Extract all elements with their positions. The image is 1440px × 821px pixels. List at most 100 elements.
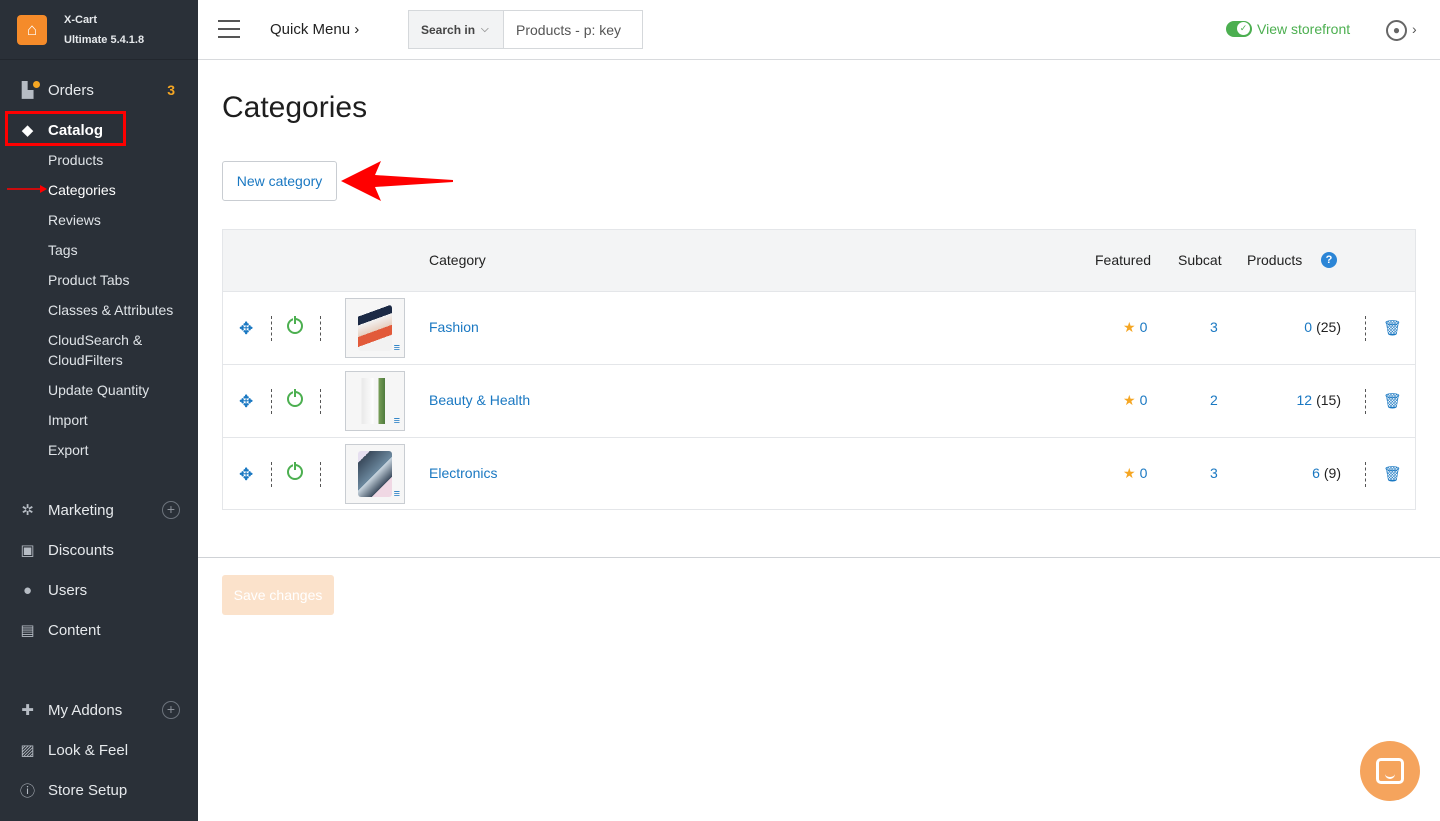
xcart-logo[interactable]: ⌂: [17, 14, 47, 45]
sidebar-sub-tags[interactable]: Tags: [48, 240, 78, 260]
view-storefront-link[interactable]: View storefront: [1257, 21, 1350, 37]
trash-icon[interactable]: 🗑: [1383, 465, 1402, 483]
trash-icon[interactable]: 🗑: [1383, 319, 1402, 337]
column-header-products: Products: [1247, 252, 1303, 268]
users-icon: ●: [22, 581, 33, 599]
table-header: Category Featured Subcat Products ?: [223, 230, 1415, 292]
sidebar-sub-cloudsearch[interactable]: CloudSearch &: [48, 330, 142, 350]
sidebar-sub-cloudfilters[interactable]: CloudFilters: [48, 350, 123, 370]
sidebar-item-content[interactable]: ▤ Content: [0, 610, 198, 650]
sidebar-item-marketing[interactable]: ✲ Marketing +: [0, 490, 198, 530]
sidebar: ⌂ X-Cart Ultimate 5.4.1.8 ▙ Orders 3 ◆ C…: [0, 0, 198, 821]
featured-count[interactable]: ★ 0: [1123, 319, 1147, 336]
table-row: ✥ ≡ Beauty & Health ★ 0 2 12 (15) 🗑: [223, 365, 1415, 438]
brand-edition: Ultimate 5.4.1.8: [64, 33, 145, 46]
sidebar-item-orders[interactable]: ▙ Orders 3: [0, 70, 198, 110]
category-thumbnail[interactable]: ≡: [345, 371, 405, 431]
help-icon[interactable]: ?: [1321, 252, 1337, 268]
featured-count[interactable]: ★ 0: [1123, 392, 1147, 409]
trash-icon[interactable]: 🗑: [1383, 392, 1402, 410]
chevron-right-icon: ›: [354, 21, 360, 38]
menu-icon: ≡: [393, 342, 400, 354]
sidebar-item-label: Look & Feel: [48, 741, 129, 759]
sidebar-sub-import[interactable]: Import: [48, 410, 88, 430]
brand: ⌂ X-Cart Ultimate 5.4.1.8: [0, 0, 198, 60]
sidebar-sub-export[interactable]: Export: [48, 440, 88, 460]
chat-icon: [1376, 758, 1404, 784]
fashion-image: [358, 305, 392, 351]
column-header-featured: Featured: [1095, 252, 1152, 268]
sidebar-item-label: Store Setup: [48, 781, 128, 799]
sidebar-item-users[interactable]: ● Users: [0, 570, 198, 610]
categories-table: Category Featured Subcat Products ? ✥ ≡ …: [222, 229, 1416, 510]
subcat-count[interactable]: 3: [1210, 319, 1218, 335]
expand-plus-icon[interactable]: +: [162, 701, 180, 719]
column-header-subcat: Subcat: [1178, 252, 1222, 268]
sidebar-item-label: Orders: [48, 81, 94, 99]
subcat-count[interactable]: 3: [1210, 465, 1218, 481]
power-toggle-icon[interactable]: [287, 388, 303, 407]
save-changes-button[interactable]: Save changes: [222, 575, 334, 615]
content-icon: ▤: [20, 622, 35, 639]
star-icon: ★: [1123, 392, 1136, 408]
sidebar-sub-classes-attributes[interactable]: Classes & Attributes: [48, 300, 173, 320]
category-link[interactable]: Fashion: [429, 319, 479, 335]
notification-dot: [33, 81, 40, 88]
chat-widget-button[interactable]: [1360, 741, 1420, 801]
products-link[interactable]: 0: [1304, 319, 1312, 335]
featured-value: 0: [1139, 465, 1148, 481]
power-toggle-icon[interactable]: [287, 461, 303, 480]
sidebar-item-discounts[interactable]: ▣ Discounts: [0, 530, 198, 570]
category-thumbnail[interactable]: ≡: [345, 298, 405, 358]
chevron-down-icon: ⌵: [481, 24, 489, 35]
page-title: Categories: [222, 91, 368, 124]
puzzle-icon: ✚: [21, 702, 34, 719]
star-icon: ★: [1123, 465, 1136, 481]
products-count: 0 (25): [1304, 319, 1341, 335]
user-avatar-icon[interactable]: ●: [1386, 20, 1407, 41]
sidebar-sub-product-tabs[interactable]: Product Tabs: [48, 270, 129, 290]
catalog-highlight-box: [5, 111, 126, 146]
search-input[interactable]: [504, 11, 642, 48]
chevron-right-icon[interactable]: ›: [1412, 21, 1417, 37]
sidebar-sub-categories[interactable]: Categories: [48, 180, 116, 200]
sidebar-sub-update-quantity[interactable]: Update Quantity: [48, 380, 149, 400]
drag-move-icon[interactable]: ✥: [239, 392, 253, 412]
electronics-image: [358, 451, 392, 497]
products-total: (15): [1316, 392, 1341, 408]
topbar: Quick Menu › Search in⌵ View storefront …: [198, 0, 1440, 60]
sidebar-item-my-addons[interactable]: ✚ My Addons +: [0, 690, 198, 730]
column-header-category: Category: [429, 252, 486, 268]
sidebar-item-store-setup[interactable]: ⓘ Store Setup: [0, 770, 198, 810]
sidebar-sub-reviews[interactable]: Reviews: [48, 210, 101, 230]
quick-menu-label: Quick Menu: [270, 21, 351, 38]
main-content: Categories New category Category Feature…: [198, 61, 1440, 821]
sidebar-sub-products[interactable]: Products: [48, 150, 103, 170]
marketing-icon: ✲: [21, 502, 34, 519]
featured-value: 0: [1139, 319, 1148, 335]
category-link[interactable]: Electronics: [429, 465, 497, 481]
quick-menu[interactable]: Quick Menu ›: [270, 21, 359, 38]
category-thumbnail[interactable]: ≡: [345, 444, 405, 504]
hamburger-menu-icon[interactable]: [218, 20, 240, 38]
info-icon: ⓘ: [19, 782, 35, 800]
sidebar-item-label: Marketing: [48, 501, 114, 519]
products-total: (25): [1316, 319, 1341, 335]
gift-icon: ▣: [20, 542, 35, 559]
drag-move-icon[interactable]: ✥: [239, 465, 253, 485]
storefront-toggle[interactable]: [1226, 21, 1252, 37]
power-toggle-icon[interactable]: [287, 315, 303, 334]
search-in-dropdown[interactable]: Search in ⌵: [409, 11, 504, 48]
new-category-button[interactable]: New category: [222, 161, 337, 201]
sidebar-item-look-feel[interactable]: ▨ Look & Feel: [0, 730, 198, 770]
products-link[interactable]: 6: [1312, 465, 1320, 481]
subcat-count[interactable]: 2: [1210, 392, 1218, 408]
table-row: ✥ ≡ Fashion ★ 0 3 0 (25) 🗑: [223, 292, 1415, 365]
sidebar-item-label: Discounts: [48, 541, 114, 559]
star-icon: ★: [1123, 319, 1136, 335]
featured-count[interactable]: ★ 0: [1123, 465, 1147, 482]
products-link[interactable]: 12: [1297, 392, 1313, 408]
drag-move-icon[interactable]: ✥: [239, 319, 253, 339]
category-link[interactable]: Beauty & Health: [429, 392, 530, 408]
expand-plus-icon[interactable]: +: [162, 501, 180, 519]
